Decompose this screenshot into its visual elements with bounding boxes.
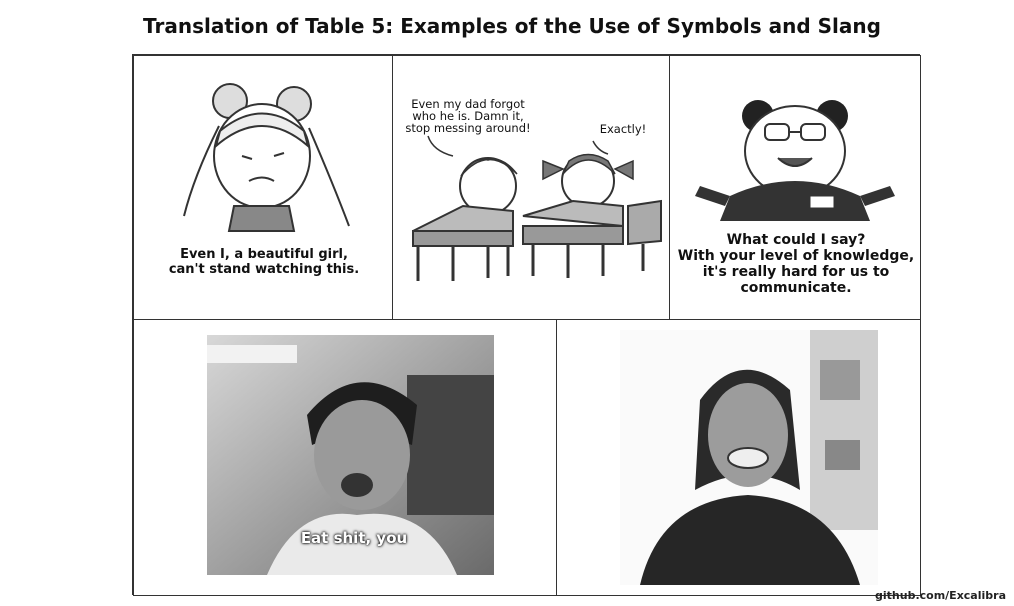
meme-table-frame: Even I, a beautiful girl, can't stand wa… bbox=[132, 54, 921, 596]
credit-watermark: github.com/Excalibra bbox=[875, 589, 1006, 602]
caption-line: Even I, a beautiful girl, bbox=[180, 247, 348, 262]
caption-line: can't stand watching this. bbox=[168, 261, 360, 277]
caption: What could I say? With your level of kno… bbox=[676, 232, 916, 296]
panel-laughing-man bbox=[556, 319, 921, 596]
cartoon-girl-illustration bbox=[183, 83, 350, 232]
page-title: Translation of Table 5: Examples of the … bbox=[143, 14, 881, 38]
panel-panda: What could I say? With your level of kno… bbox=[669, 55, 921, 320]
caption: Even I, a beautiful girl, can't stand wa… bbox=[144, 247, 384, 278]
students-illustration bbox=[412, 135, 662, 281]
laughing-man-photo bbox=[620, 330, 878, 585]
overlay-caption: Eat shit, you bbox=[300, 529, 408, 547]
panda-meme-illustration bbox=[695, 100, 895, 221]
caption-line: communicate. bbox=[740, 280, 852, 297]
panel-beautiful-girl: Even I, a beautiful girl, can't stand wa… bbox=[133, 55, 393, 320]
panel-students-at-desks: Even my dad forgot who he is. Damn it, s… bbox=[392, 55, 670, 320]
caption-line: it's really hard for us to bbox=[702, 264, 890, 281]
caption-line: What could I say? bbox=[726, 232, 866, 248]
panel-shouting-man: Eat shit, you bbox=[133, 319, 557, 596]
caption-line: With your level of knowledge, bbox=[677, 248, 915, 265]
